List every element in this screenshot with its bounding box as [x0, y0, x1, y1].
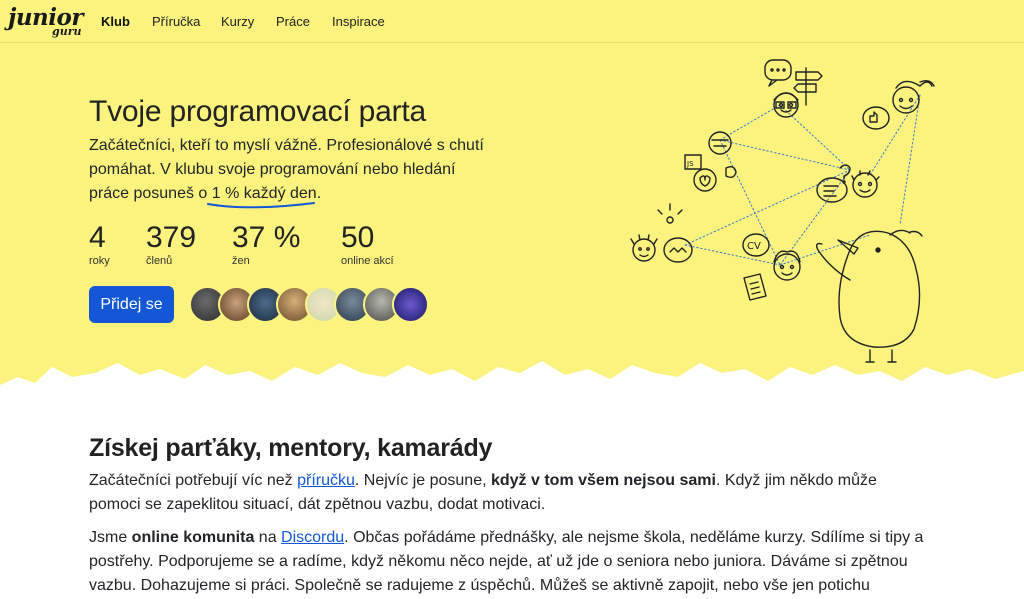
highlight-phrase: 1 % každý den	[206, 182, 317, 209]
p2-text-b: na	[254, 529, 282, 546]
svg-text:CV: CV	[747, 241, 761, 252]
top-navigation: junior guru Klub Příručka Kurzy Práce In…	[0, 0, 1024, 43]
stat-label: online akcí	[341, 255, 394, 267]
nav-item-klub[interactable]: Klub	[101, 14, 130, 29]
nav-item-prirucka[interactable]: Příručka	[152, 14, 200, 29]
stat-label: roky	[89, 255, 110, 267]
stat-women: 37 % žen	[232, 221, 301, 268]
avatar[interactable]	[392, 286, 429, 323]
underline-scribble	[206, 202, 315, 209]
highlight-text: 1 % každý den	[211, 185, 317, 202]
hero-description: Začátečníci, kteří to myslí vážně. Profe…	[89, 134, 489, 209]
p1-text-b: . Nejvíc je posune,	[354, 472, 491, 489]
hero-text-end: .	[316, 185, 322, 202]
stat-value: 379	[146, 221, 197, 254]
logo-word-guru: guru	[52, 25, 82, 38]
p2-bold: online komunita	[131, 529, 255, 546]
stat-value: 50	[341, 221, 375, 254]
nav-item-prace[interactable]: Práce	[276, 14, 310, 29]
p1-text-a: Začátečníci potřebují víc než	[89, 472, 298, 489]
prirucka-link[interactable]: příručku	[297, 472, 355, 489]
stat-years: 4 roky	[89, 221, 110, 268]
hero-title: Tvoje programovací parta	[89, 95, 427, 128]
nav-item-inspirace[interactable]: Inspirace	[332, 14, 385, 29]
paragraph-1: Začátečníci potřebují víc než příručku. …	[89, 469, 929, 517]
p1-bold: když v tom všem nejsou sami	[490, 472, 716, 489]
discord-link[interactable]: Discordu	[281, 529, 344, 546]
join-button[interactable]: Přidej se	[89, 286, 174, 323]
section-title: Získej parťáky, mentory, kamarády	[89, 434, 493, 462]
community-illustration: JS CV	[630, 59, 935, 363]
stat-value: 37 %	[232, 221, 301, 254]
stat-label: členů	[146, 255, 173, 267]
p2-text-a: Jsme	[89, 529, 132, 546]
stat-label: žen	[232, 255, 250, 267]
junior-guru-logo[interactable]: junior guru	[8, 4, 83, 40]
paragraph-2: Jsme online komunita na Discordu. Občas …	[89, 526, 929, 599]
nav-item-kurzy[interactable]: Kurzy	[221, 14, 254, 29]
stat-members: 379 členů	[146, 221, 197, 268]
stat-events: 50 online akcí	[341, 221, 394, 268]
stat-value: 4	[89, 221, 106, 254]
svg-text:JS: JS	[686, 160, 694, 168]
speech-bubble-icon	[764, 59, 792, 81]
